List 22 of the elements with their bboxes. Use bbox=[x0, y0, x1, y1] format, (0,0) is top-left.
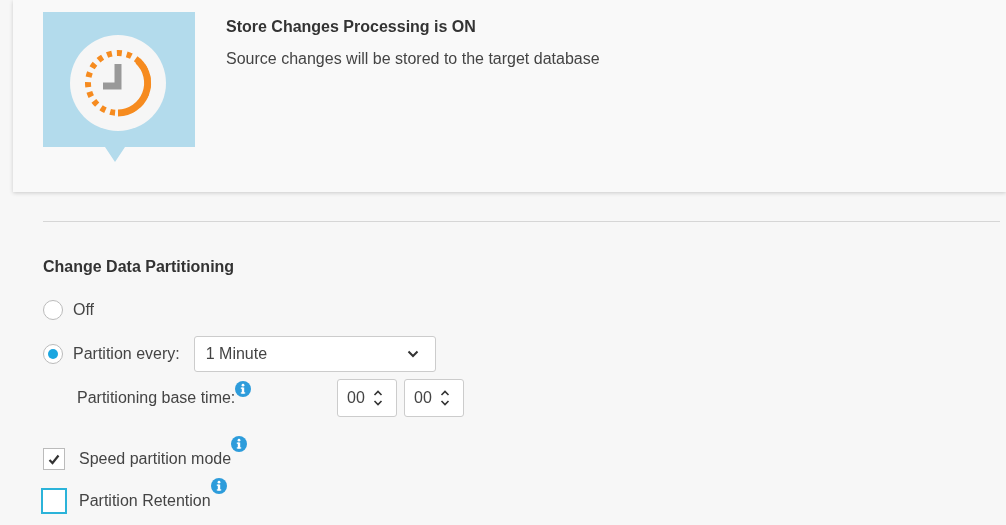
clock-icon bbox=[43, 12, 195, 164]
radio-label: Off bbox=[73, 301, 95, 319]
interval-dropdown[interactable]: 1 Minute bbox=[193, 336, 436, 372]
checkbox[interactable] bbox=[43, 448, 65, 470]
section-heading: Change Data Partitioning bbox=[43, 258, 236, 276]
info-icon bbox=[235, 381, 252, 397]
radio-label: Partition every: bbox=[73, 345, 180, 363]
checkbox-label: Partition Retention bbox=[79, 492, 211, 510]
status-description: Source changes will be stored to the target database bbox=[226, 50, 600, 68]
radio-button[interactable] bbox=[43, 300, 63, 320]
checkbox-label: Speed partition mode bbox=[79, 450, 232, 468]
radio-button[interactable] bbox=[43, 344, 63, 364]
checkmark-icon bbox=[48, 453, 60, 465]
field-label: Partitioning base time: bbox=[77, 389, 236, 407]
time-spinner[interactable]: 00 bbox=[337, 379, 397, 417]
spinner-arrows-icon bbox=[372, 389, 383, 407]
info-icon bbox=[210, 478, 227, 494]
time-spinner[interactable]: 00 bbox=[404, 379, 464, 417]
chevron-icon bbox=[406, 350, 419, 358]
status-title: Store Changes Processing is ON bbox=[226, 18, 477, 36]
spinner-arrows-icon bbox=[439, 389, 450, 407]
info-icon bbox=[231, 436, 248, 452]
